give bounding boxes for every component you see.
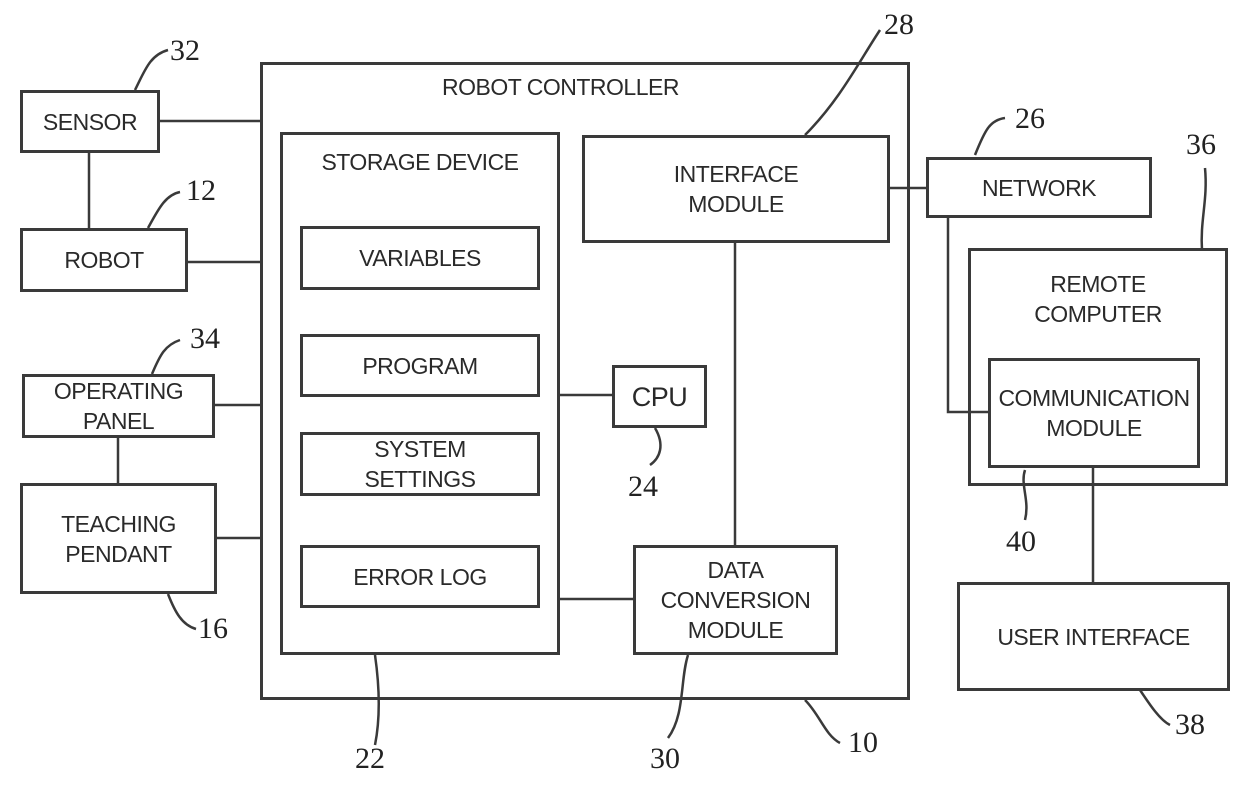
ref-16: 16	[198, 612, 228, 645]
ref-40: 40	[1006, 525, 1036, 558]
system-settings-label: SYSTEM SETTINGS	[364, 436, 476, 492]
leader-10	[804, 699, 841, 745]
operating-panel-label: OPERATING PANEL	[53, 378, 184, 434]
robot-box: ROBOT	[20, 228, 188, 292]
data-conversion-module-box: DATA CONVERSION MODULE	[633, 545, 838, 655]
ref-32: 32	[170, 34, 200, 67]
robot-controller-label: ROBOT CONTROLLER	[442, 74, 679, 100]
ref-28: 28	[884, 8, 914, 41]
leader-26	[973, 116, 1006, 156]
operating-panel-box: OPERATING PANEL	[22, 374, 215, 438]
ref-10: 10	[848, 726, 878, 759]
teaching-pendant-label: TEACHING PENDANT	[61, 510, 176, 567]
interface-module-label: INTERFACE MODULE	[673, 161, 799, 217]
ref-38: 38	[1175, 708, 1205, 741]
network-box: NETWORK	[926, 157, 1152, 218]
program-label: PROGRAM	[362, 352, 478, 379]
leader-12	[146, 190, 181, 229]
ref-36: 36	[1186, 128, 1216, 161]
ref-26: 26	[1015, 102, 1045, 135]
ref-30: 30	[650, 742, 680, 775]
leader-16	[166, 593, 197, 631]
teaching-pendant-box: TEACHING PENDANT	[20, 483, 217, 594]
sensor-box: SENSOR	[20, 90, 160, 153]
user-interface-label: USER INTERFACE	[997, 623, 1190, 650]
communication-module-label: COMMUNICATION MODULE	[998, 385, 1190, 441]
robot-label: ROBOT	[64, 247, 144, 273]
network-label: NETWORK	[981, 174, 1097, 201]
leader-38	[1138, 689, 1171, 727]
data-conversion-module-label: DATA CONVERSION MODULE	[660, 557, 811, 643]
program-box: PROGRAM	[300, 334, 540, 397]
sensor-label: SENSOR	[42, 108, 138, 135]
leader-36	[1200, 167, 1207, 251]
leader-32	[133, 48, 169, 91]
communication-module-box: COMMUNICATION MODULE	[988, 358, 1200, 468]
cpu-label: CPU	[631, 381, 688, 412]
ref-12: 12	[186, 174, 216, 207]
system-settings-box: SYSTEM SETTINGS	[300, 432, 540, 496]
leader-34	[150, 338, 181, 375]
cpu-box: CPU	[612, 365, 707, 428]
ref-34: 34	[190, 322, 220, 355]
interface-module-box: INTERFACE MODULE	[582, 135, 890, 243]
ref-24: 24	[628, 470, 658, 503]
ref-22: 22	[355, 742, 385, 775]
user-interface-box: USER INTERFACE	[957, 582, 1230, 691]
remote-computer-label: REMOTE COMPUTER	[1034, 271, 1162, 327]
error-log-label: ERROR LOG	[353, 563, 487, 590]
error-log-box: ERROR LOG	[300, 545, 540, 608]
storage-device-label: STORAGE DEVICE	[321, 149, 519, 175]
variables-label: VARIABLES	[359, 245, 481, 271]
variables-box: VARIABLES	[300, 226, 540, 290]
